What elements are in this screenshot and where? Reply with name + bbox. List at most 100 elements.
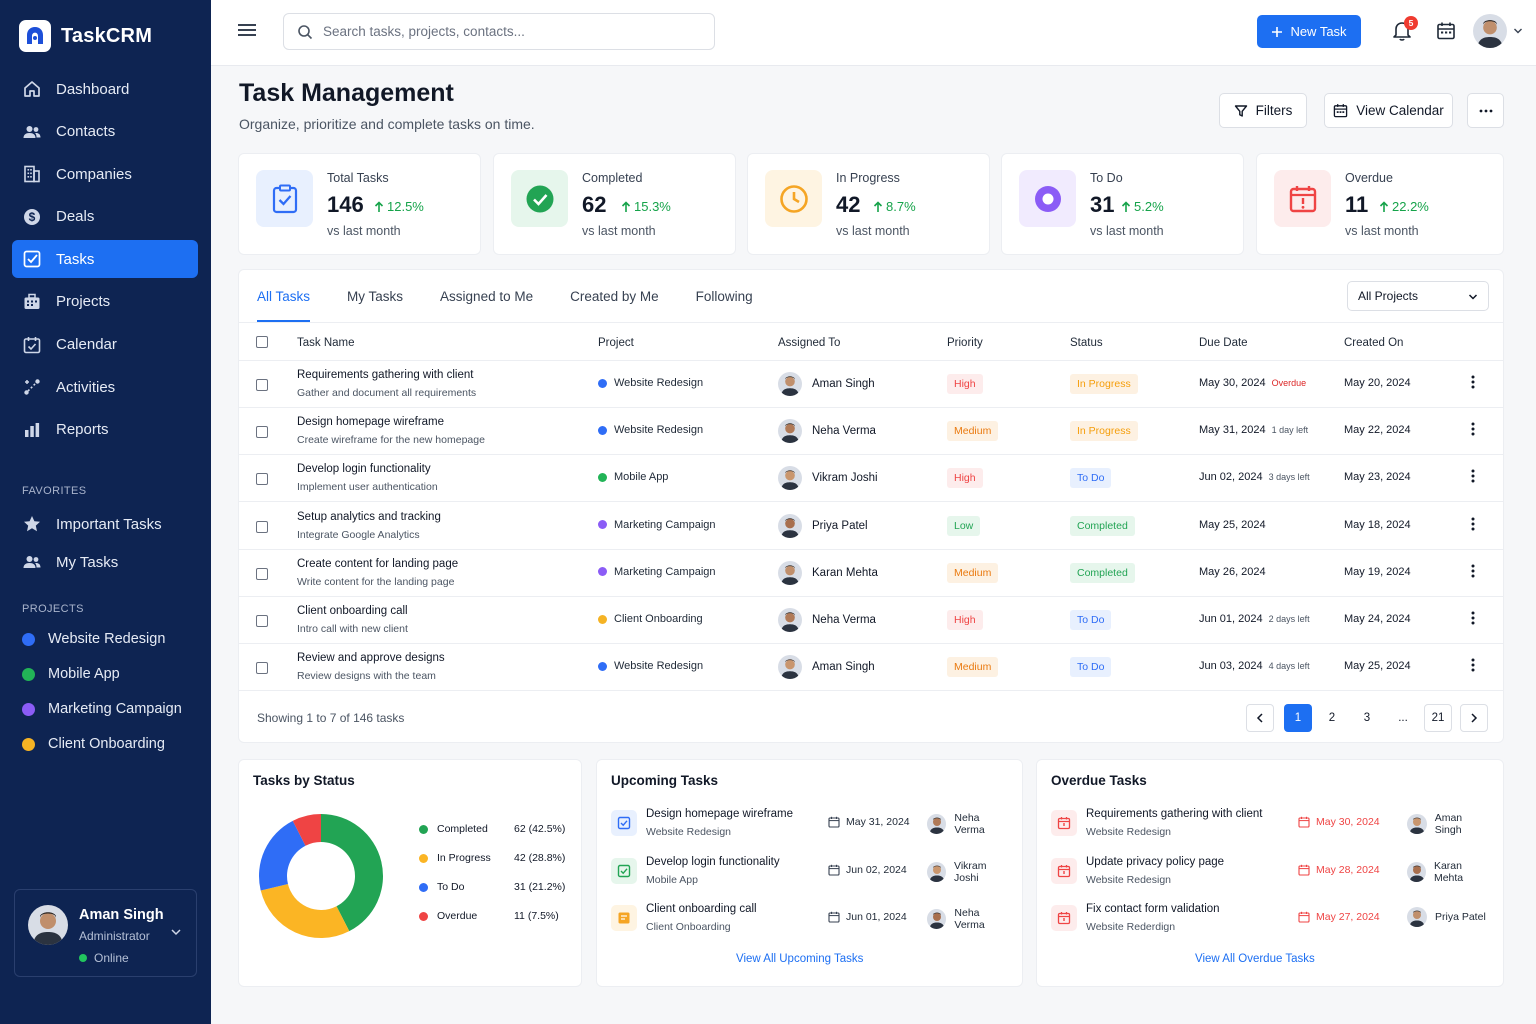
- tab-following[interactable]: Following: [696, 270, 753, 322]
- more-vertical-icon[interactable]: [1471, 422, 1475, 436]
- nav-item-tasks[interactable]: Tasks: [12, 240, 198, 279]
- select-all-checkbox[interactable]: [256, 336, 268, 348]
- task-name[interactable]: Client onboarding call: [297, 605, 408, 617]
- tab-all-tasks[interactable]: All Tasks: [257, 270, 311, 322]
- page-button-2[interactable]: 2: [1318, 704, 1346, 732]
- task-name[interactable]: Requirements gathering with client: [297, 369, 473, 381]
- task-name[interactable]: Create content for landing page: [297, 558, 458, 570]
- chevron-down-icon[interactable]: [170, 926, 182, 938]
- legend-value: 42 (28.8%): [514, 852, 566, 864]
- nav-item-companies[interactable]: Companies: [12, 155, 198, 193]
- stat-card-in-progress[interactable]: In Progress 42 8.7% vs last month: [747, 153, 990, 255]
- task-name[interactable]: Develop login functionality: [297, 463, 431, 475]
- filters-button[interactable]: Filters: [1219, 93, 1307, 128]
- created-date: May 25, 2024: [1344, 660, 1411, 673]
- upcoming-item[interactable]: Client onboarding call Client Onboarding J…: [611, 901, 1011, 941]
- tab-created-by-me[interactable]: Created by Me: [570, 270, 659, 322]
- table-row[interactable]: Design homepage wireframe Create wirefram…: [239, 408, 1503, 456]
- nav-item-contacts[interactable]: Contacts: [12, 113, 198, 151]
- more-vertical-icon[interactable]: [1471, 469, 1475, 483]
- overdue-item[interactable]: Requirements gathering with client Websit…: [1051, 806, 1491, 846]
- more-vertical-icon[interactable]: [1471, 658, 1475, 672]
- more-vertical-icon[interactable]: [1471, 611, 1475, 625]
- nav-item-calendar[interactable]: Calendar: [12, 326, 198, 364]
- overdue-item[interactable]: Fix contact form validation Website Reder…: [1051, 901, 1491, 941]
- brand[interactable]: TaskCRM: [19, 20, 152, 52]
- next-page-button[interactable]: [1460, 704, 1488, 732]
- table-row[interactable]: Develop login functionality Implement use…: [239, 455, 1503, 503]
- row-checkbox[interactable]: [256, 567, 268, 580]
- sidebar-project-client-onboarding[interactable]: Client Onboarding: [22, 736, 165, 752]
- sidebar-project-marketing-campaign[interactable]: Marketing Campaign: [22, 701, 182, 717]
- row-checkbox[interactable]: [256, 520, 268, 533]
- priority-badge: High: [947, 374, 983, 394]
- page-button-21[interactable]: 21: [1424, 704, 1452, 732]
- stat-card-total[interactable]: Total Tasks 146 12.5% vs last month: [238, 153, 481, 255]
- row-checkbox[interactable]: [256, 426, 268, 439]
- project-filter-select[interactable]: All Projects: [1347, 281, 1489, 311]
- project-label: Client Onboarding: [48, 736, 165, 752]
- tab-assigned-to-me[interactable]: Assigned to Me: [440, 270, 533, 322]
- search-input[interactable]: [323, 24, 683, 39]
- prev-page-button[interactable]: [1246, 704, 1274, 732]
- project-dot: [22, 632, 35, 646]
- calendar-icon[interactable]: [1436, 21, 1456, 41]
- upcoming-item[interactable]: Design homepage wireframe Website Redesig…: [611, 806, 1011, 846]
- column-header[interactable]: Created On: [1344, 337, 1403, 349]
- stat-card-overdue[interactable]: Overdue 11 22.2% vs last month: [1256, 153, 1504, 255]
- column-header[interactable]: Priority: [947, 337, 983, 349]
- row-checkbox[interactable]: [256, 473, 268, 486]
- page-button-3[interactable]: 3: [1353, 704, 1381, 732]
- row-checkbox[interactable]: [256, 379, 268, 391]
- nav-item-projects[interactable]: Projects: [12, 283, 198, 321]
- view-all-upcoming-link[interactable]: View All Upcoming Tasks: [736, 953, 863, 965]
- nav-label: Projects: [56, 293, 111, 311]
- task-description: Create wireframe for the new homepage: [297, 434, 485, 447]
- user-card[interactable]: Aman Singh Administrator Online: [14, 889, 197, 977]
- nav-item-deals[interactable]: $ Deals: [12, 198, 198, 236]
- table-row[interactable]: Setup analytics and tracking Integrate Go…: [239, 503, 1503, 550]
- nav-item-activities[interactable]: Activities: [12, 368, 198, 406]
- column-header[interactable]: Task Name: [297, 337, 355, 349]
- column-header[interactable]: Project: [598, 337, 634, 349]
- column-header[interactable]: Assigned To: [778, 337, 840, 349]
- chevron-down-icon[interactable]: [1513, 26, 1523, 36]
- nav-item-dashboard[interactable]: Dashboard: [12, 70, 198, 108]
- column-header[interactable]: Due Date: [1199, 337, 1248, 349]
- menu-icon[interactable]: [238, 22, 256, 38]
- overdue-item[interactable]: Update privacy policy page Website Redesi…: [1051, 854, 1491, 894]
- row-checkbox[interactable]: [256, 615, 268, 627]
- nav-item-reports[interactable]: Reports: [12, 411, 198, 449]
- view-all-overdue-link[interactable]: View All Overdue Tasks: [1195, 953, 1315, 965]
- donut-slice-in-progress[interactable]: [260, 883, 350, 938]
- more-vertical-icon[interactable]: [1471, 517, 1475, 531]
- more-vertical-icon[interactable]: [1471, 564, 1475, 578]
- tab-my-tasks[interactable]: My Tasks: [347, 270, 403, 322]
- task-name[interactable]: Setup analytics and tracking: [297, 511, 441, 523]
- stat-sub: vs last month: [1345, 224, 1419, 238]
- sidebar-project-website-redesign[interactable]: Website Redesign: [22, 631, 165, 647]
- fav-item-important-tasks[interactable]: Important Tasks: [12, 505, 198, 543]
- stat-sub: vs last month: [327, 224, 401, 238]
- favorites-list: Important Tasks My Tasks: [12, 505, 198, 586]
- table-row[interactable]: Create content for landing page Write con…: [239, 550, 1503, 597]
- task-name[interactable]: Review and approve designs: [297, 652, 445, 664]
- upcoming-item[interactable]: Develop login functionality Mobile App Jun…: [611, 854, 1011, 894]
- profile-avatar[interactable]: [1473, 14, 1507, 48]
- stat-card-completed[interactable]: Completed 62 15.3% vs last month: [493, 153, 736, 255]
- table-row[interactable]: Requirements gathering with client Gather…: [239, 361, 1503, 408]
- table-row[interactable]: Review and approve designs Review designs…: [239, 644, 1503, 692]
- upcoming-project: Client Onboarding: [646, 921, 731, 933]
- more-vertical-icon[interactable]: [1471, 375, 1475, 389]
- column-header[interactable]: Status: [1070, 337, 1103, 349]
- new-task-button[interactable]: New Task: [1257, 15, 1361, 48]
- more-options-button[interactable]: [1467, 93, 1504, 128]
- row-checkbox[interactable]: [256, 662, 268, 675]
- sidebar-project-mobile-app[interactable]: Mobile App: [22, 666, 120, 682]
- task-name[interactable]: Design homepage wireframe: [297, 416, 444, 428]
- table-row[interactable]: Client onboarding call Intro call with ne…: [239, 597, 1503, 644]
- page-button-1[interactable]: 1: [1284, 704, 1312, 732]
- view-calendar-button[interactable]: View Calendar: [1324, 93, 1453, 128]
- stat-card-to-do[interactable]: To Do 31 5.2% vs last month: [1001, 153, 1244, 255]
- fav-item-my-tasks[interactable]: My Tasks: [12, 543, 198, 581]
